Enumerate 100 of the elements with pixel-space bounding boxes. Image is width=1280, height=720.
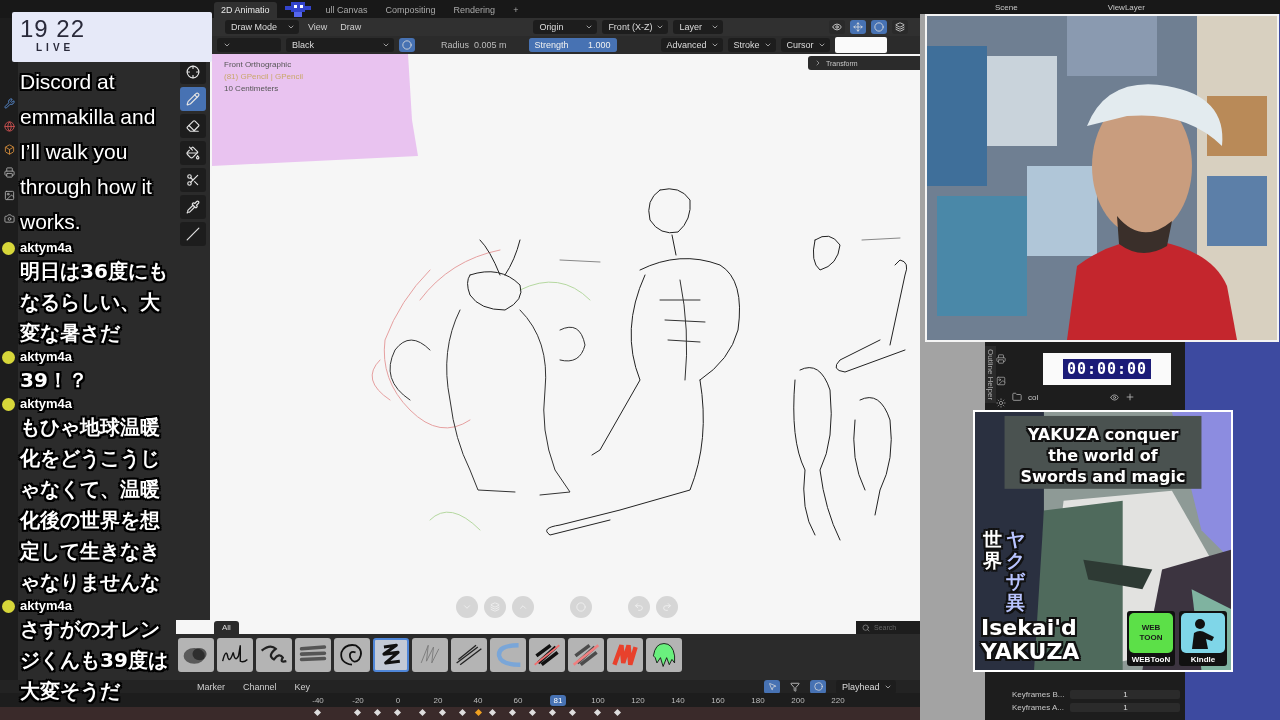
view-layer-selector[interactable]: ViewLayer — [1107, 2, 1145, 12]
brush-thumbnail[interactable] — [529, 638, 565, 672]
property-value[interactable]: 1 — [1070, 690, 1181, 699]
filter-icon[interactable] — [790, 681, 801, 692]
menu-item[interactable]: Draw — [336, 22, 366, 32]
visibility-button[interactable] — [829, 20, 846, 34]
chat-message: 明日は36度にもなるらしい、大変な暑さだ — [20, 258, 169, 347]
globe-icon[interactable] — [3, 121, 15, 132]
mode-dropdown[interactable]: Draw Mode — [225, 20, 299, 34]
frame-number: 100 — [590, 695, 606, 705]
stream-caption: Discord at emmakilla and I’ll walk you through how it works. — [20, 69, 157, 235]
printer-icon[interactable] — [996, 354, 1006, 364]
add-icon[interactable] — [1125, 392, 1136, 402]
paint-bucket-icon — [186, 146, 200, 160]
badge-caption: Kindle — [1190, 655, 1216, 664]
property-label: Keyframes B... — [1012, 690, 1065, 699]
timer-digits: 00:00:00 — [1062, 359, 1152, 379]
tool-button[interactable] — [180, 168, 206, 192]
printer-icon[interactable] — [3, 167, 15, 178]
scissors-icon — [186, 173, 200, 187]
overlay-button[interactable] — [871, 20, 888, 34]
workspace-tab[interactable]: ull Canvas — [318, 2, 375, 18]
chat-username: aktym4a — [20, 240, 73, 256]
brush-thumbnail[interactable] — [295, 638, 331, 672]
chevron-icon — [763, 41, 772, 49]
tool-button[interactable] — [180, 114, 206, 138]
chevron-icon — [585, 23, 594, 31]
chat-message: もひゃ地球温暖化をどうこうじゃなくて、温暖化後の世界を想定して生きなきゃなりませんな — [20, 414, 161, 596]
collection-name[interactable]: col — [1028, 392, 1039, 402]
eye-icon[interactable] — [1110, 392, 1120, 402]
brush-thumbnail[interactable] — [451, 638, 487, 672]
brush-thumbnail[interactable] — [607, 638, 643, 672]
workspace-tab[interactable]: 2D Animatio — [214, 2, 277, 18]
menu-item[interactable]: Marker — [193, 681, 229, 692]
menu-dropdown[interactable]: Stroke — [727, 38, 776, 52]
brush-thumbnail[interactable] — [217, 638, 253, 672]
image-icon[interactable] — [996, 376, 1006, 386]
brush-thumbnail[interactable] — [412, 638, 448, 672]
circle-icon — [874, 22, 885, 32]
add-workspace-button[interactable]: + — [506, 2, 526, 18]
menu-item[interactable]: Key — [290, 681, 315, 692]
frame-number: 180 — [750, 695, 766, 705]
input-field[interactable] — [834, 37, 887, 53]
radius-value: 0.005 m — [474, 40, 507, 50]
brush-thumbnail[interactable] — [646, 638, 682, 672]
layers-button[interactable] — [892, 20, 909, 34]
frame-number: 140 — [670, 695, 686, 705]
layer-dropdown[interactable]: Layer — [673, 20, 724, 34]
workspace-tab[interactable]: Rendering — [446, 2, 503, 18]
chevron-icon — [223, 41, 231, 49]
image-icon[interactable] — [3, 190, 15, 201]
viewport-info-text: (81) GPencil | GPencil — [224, 72, 303, 81]
store-badge[interactable]: WEB TOON WEBTooN — [1127, 611, 1175, 666]
cube-icon[interactable] — [3, 144, 15, 155]
pivot-dropdown[interactable]: Origin — [533, 20, 598, 34]
clock-time: 19 22 — [20, 16, 86, 42]
brush-thumbnail[interactable] — [178, 638, 214, 672]
camera-icon[interactable] — [3, 213, 15, 224]
eye-icon — [832, 22, 843, 32]
gizmo-button[interactable] — [850, 20, 867, 34]
ad-title: YAKUZA conquer the world of Swords and magic — [1019, 424, 1187, 487]
tool-button[interactable] — [180, 195, 206, 219]
property-value[interactable]: 1 — [1070, 703, 1181, 712]
brush-thumbnail[interactable] — [334, 638, 370, 672]
brush-thumbnail[interactable] — [256, 638, 292, 672]
scene-selector[interactable]: Scene — [995, 2, 1018, 12]
brush-thumbnail[interactable] — [490, 638, 526, 672]
material-dropdown[interactable]: Black — [286, 38, 394, 52]
chat-message: 39！？ — [20, 367, 89, 394]
side-tab[interactable]: Outline Helper — [985, 346, 996, 404]
shelf-tab[interactable]: All — [214, 621, 239, 634]
chevron-icon — [710, 41, 719, 49]
vertical-title: 世界 — [983, 530, 1002, 572]
menu-dropdown[interactable]: Cursor — [780, 38, 830, 52]
circle-icon — [813, 682, 823, 691]
eraser-icon — [186, 119, 200, 133]
orientation-dropdown[interactable]: Front (X-Z) — [602, 20, 669, 34]
frame-number: 200 — [790, 695, 806, 705]
tool-button[interactable] — [180, 141, 206, 165]
workspace-tab[interactable]: Compositing — [378, 2, 443, 18]
circle-icon — [402, 40, 412, 50]
frame-number: 20 — [432, 695, 444, 705]
material-button[interactable] — [399, 38, 415, 52]
chevron-icon — [287, 23, 295, 31]
sun-icon[interactable] — [996, 398, 1006, 408]
menu-dropdown[interactable]: Advanced — [660, 38, 723, 52]
menu-item[interactable]: View — [304, 22, 332, 32]
strength-slider[interactable]: Strength 1.000 — [528, 38, 617, 52]
ad-name-line: YAKUZA — [981, 640, 1080, 664]
brush-thumbnail[interactable] — [568, 638, 604, 672]
strength-value: 1.000 — [587, 39, 612, 52]
chat-message: さすがのオレンジくんも39度は大変そうだ — [20, 616, 169, 705]
viewport-info-text: Front Orthographic — [224, 60, 292, 69]
folder-icon — [1012, 392, 1022, 402]
wrench-icon[interactable] — [3, 98, 15, 109]
tool-button[interactable] — [180, 60, 206, 84]
menu-item[interactable]: Channel — [239, 681, 281, 692]
store-badge[interactable]: Kindle — [1179, 611, 1227, 666]
strength-label: Strength — [533, 39, 570, 52]
brush-thumbnail[interactable] — [373, 638, 409, 672]
